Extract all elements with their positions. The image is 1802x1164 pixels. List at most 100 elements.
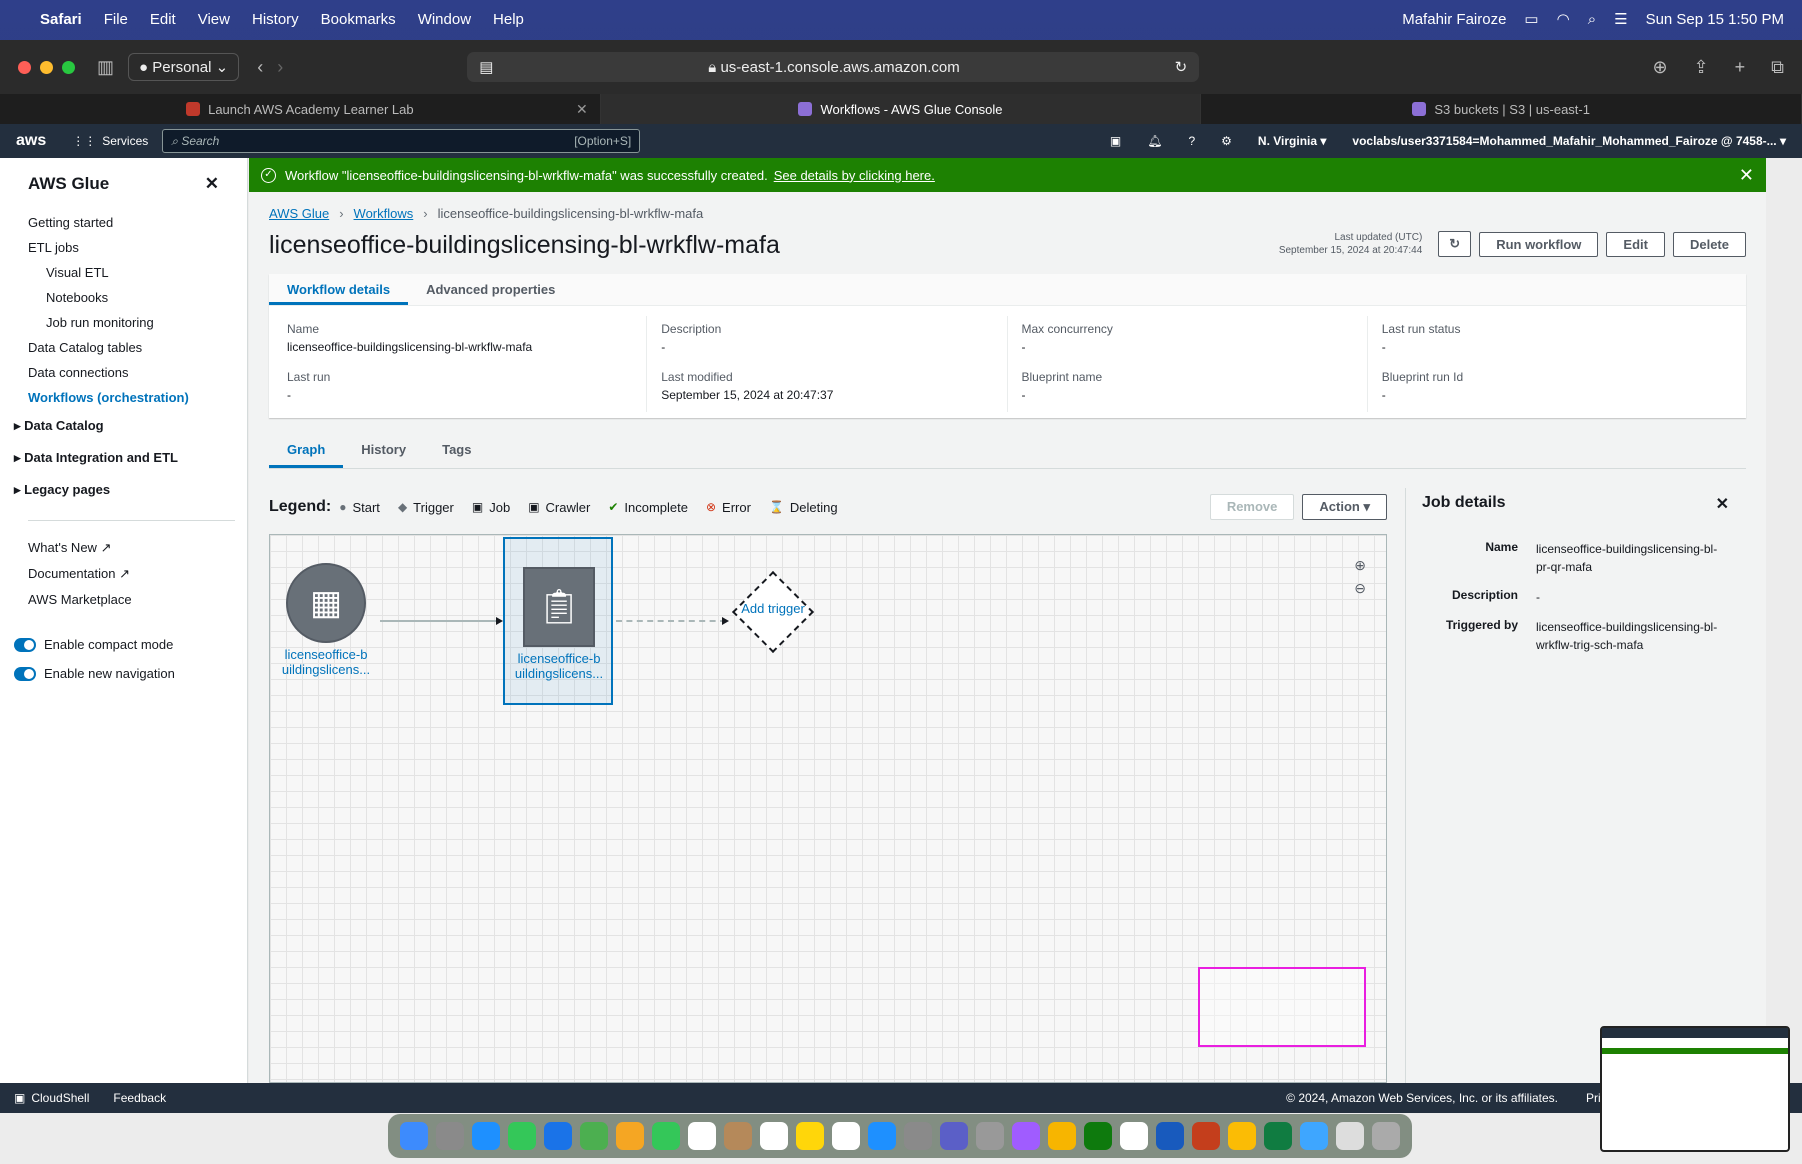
reader-icon[interactable]: ▤ <box>479 58 493 76</box>
whatsapp-icon[interactable] <box>1048 1122 1076 1150</box>
profile-button[interactable]: ● Personal ⌄ <box>128 53 240 81</box>
screenshot-thumbnail[interactable] <box>1600 1026 1790 1152</box>
mail-icon[interactable] <box>544 1122 572 1150</box>
tab-graph[interactable]: Graph <box>269 434 344 468</box>
toggle-switch[interactable] <box>14 666 36 681</box>
nav-documentation[interactable]: Documentation ↗ <box>0 561 247 587</box>
toggle-switch[interactable] <box>14 637 36 652</box>
sidebar-icon[interactable]: ▥ <box>97 57 114 78</box>
chatgpt-icon[interactable] <box>1120 1122 1148 1150</box>
menu-file[interactable]: File <box>104 11 128 28</box>
share-icon[interactable]: ⇪ <box>1694 57 1709 78</box>
feedback-link[interactable]: Feedback <box>113 1091 166 1105</box>
menu-edit[interactable]: Edit <box>150 11 176 28</box>
menu-window[interactable]: Window <box>418 11 471 28</box>
dismiss-flash-icon[interactable]: ✕ <box>1739 165 1754 186</box>
app-icon[interactable] <box>1300 1122 1328 1150</box>
account-menu[interactable]: voclabs/user3371584=Mohammed_Mafahir_Moh… <box>1352 134 1786 148</box>
new-navigation-toggle[interactable]: Enable new navigation <box>0 659 247 688</box>
finder-icon[interactable] <box>400 1122 428 1150</box>
action-dropdown[interactable]: Action ▾ <box>1302 494 1387 520</box>
nav-section-data-integration[interactable]: ▸ Data Integration and ETL <box>0 442 247 474</box>
nav-section-legacy[interactable]: ▸ Legacy pages <box>0 474 247 506</box>
tab-overview-icon[interactable]: ⧉ <box>1771 57 1784 78</box>
zoom-window-button[interactable] <box>62 60 75 74</box>
downloads-stack-icon[interactable] <box>1336 1122 1364 1150</box>
start-node-label[interactable]: licenseoffice-b uildingslicens... <box>274 647 378 677</box>
notes-icon[interactable] <box>796 1122 824 1150</box>
safari-icon[interactable] <box>472 1122 500 1150</box>
control-center-icon[interactable]: ☰ <box>1614 10 1627 28</box>
menu-help[interactable]: Help <box>493 11 524 28</box>
tab-s3-buckets[interactable]: S3 buckets | S3 | us-east-1 <box>1201 94 1802 124</box>
pages-icon[interactable] <box>976 1122 1004 1150</box>
powerpoint-icon[interactable] <box>1192 1122 1220 1150</box>
calendar-app-icon[interactable] <box>688 1122 716 1150</box>
close-panel-icon[interactable]: ✕ <box>1716 494 1729 514</box>
spotlight-icon[interactable]: ⌕ <box>1588 11 1596 28</box>
aws-search-input[interactable]: ⌕ Search [Option+S] <box>162 129 641 153</box>
remove-button[interactable]: Remove <box>1209 494 1295 520</box>
workflow-graph-canvas[interactable]: ▦ licenseoffice-b uildingslicens... 📋︎ l… <box>269 534 1387 1083</box>
new-tab-icon[interactable]: + <box>1735 57 1746 78</box>
podcasts-icon[interactable] <box>1012 1122 1040 1150</box>
job-node-selected[interactable]: 📋︎ licenseoffice-b uildingslicens... <box>503 537 613 705</box>
cloudshell-icon[interactable]: ▣ <box>1110 134 1121 148</box>
tab-learner-lab[interactable]: Launch AWS Academy Learner Lab ✕ <box>0 94 601 124</box>
teams-icon[interactable] <box>940 1122 968 1150</box>
refresh-button[interactable]: ↻ <box>1438 231 1472 257</box>
breadcrumb-workflows[interactable]: Workflows <box>354 206 414 221</box>
chrome-icon[interactable] <box>1228 1122 1256 1150</box>
breadcrumb-aws-glue[interactable]: AWS Glue <box>269 206 329 221</box>
tab-glue-workflows[interactable]: Workflows - AWS Glue Console <box>600 94 1202 124</box>
nav-section-data-catalog[interactable]: ▸ Data Catalog <box>0 410 247 442</box>
add-trigger-label[interactable]: Add trigger <box>737 601 809 616</box>
downloads-icon[interactable]: ⊕ <box>1652 57 1667 78</box>
cloudshell-link[interactable]: ▣ CloudShell <box>14 1091 89 1105</box>
battery-icon[interactable]: ▭ <box>1524 10 1538 28</box>
tab-history[interactable]: History <box>343 434 424 468</box>
system-settings-icon[interactable] <box>904 1122 932 1150</box>
contacts-icon[interactable] <box>724 1122 752 1150</box>
forward-icon[interactable]: › <box>277 57 283 78</box>
word-icon[interactable] <box>1156 1122 1184 1150</box>
job-node[interactable]: 📋︎ <box>523 567 595 647</box>
services-menu[interactable]: ⋮⋮ Services <box>72 134 148 148</box>
job-node-label[interactable]: licenseoffice-b uildingslicens... <box>507 651 611 681</box>
nav-workflows[interactable]: Workflows (orchestration) <box>0 385 247 410</box>
wifi-icon[interactable]: ◠ <box>1557 10 1570 28</box>
menu-view[interactable]: View <box>198 11 230 28</box>
nav-marketplace[interactable]: AWS Marketplace <box>0 587 247 612</box>
app-store-icon[interactable] <box>868 1122 896 1150</box>
nav-whats-new[interactable]: What's New ↗ <box>0 535 247 561</box>
photos-icon[interactable] <box>616 1122 644 1150</box>
tab-tags[interactable]: Tags <box>424 434 489 468</box>
nav-etl-jobs[interactable]: ETL jobs <box>0 235 247 260</box>
user-name[interactable]: Mafahir Fairoze <box>1402 11 1506 28</box>
graph-minimap[interactable] <box>1198 967 1366 1047</box>
compact-mode-toggle[interactable]: Enable compact mode <box>0 630 247 659</box>
delete-button[interactable]: Delete <box>1672 231 1746 257</box>
freeform-icon[interactable] <box>832 1122 860 1150</box>
zoom-out-icon[interactable]: ⊖ <box>1354 580 1366 597</box>
nav-data-catalog-tables[interactable]: Data Catalog tables <box>0 335 247 360</box>
excel-alt-icon[interactable] <box>1084 1122 1112 1150</box>
region-selector[interactable]: N. Virginia ▾ <box>1258 134 1327 148</box>
launchpad-icon[interactable] <box>436 1122 464 1150</box>
aws-logo[interactable]: aws <box>16 132 46 150</box>
nav-getting-started[interactable]: Getting started <box>0 210 247 235</box>
nav-data-connections[interactable]: Data connections <box>0 360 247 385</box>
menu-safari[interactable]: Safari <box>40 11 82 28</box>
clock[interactable]: Sun Sep 15 1:50 PM <box>1646 11 1784 28</box>
close-nav-icon[interactable]: ✕ <box>205 174 219 194</box>
menu-history[interactable]: History <box>252 11 299 28</box>
menu-bookmarks[interactable]: Bookmarks <box>321 11 396 28</box>
nav-notebooks[interactable]: Notebooks <box>0 285 247 310</box>
settings-icon[interactable]: ⚙ <box>1221 134 1232 148</box>
nav-visual-etl[interactable]: Visual ETL <box>0 260 247 285</box>
flash-details-link[interactable]: See details by clicking here. <box>774 168 935 183</box>
privacy-link[interactable]: Pri <box>1586 1091 1601 1105</box>
excel-icon[interactable] <box>1264 1122 1292 1150</box>
edit-button[interactable]: Edit <box>1606 231 1665 257</box>
minimize-window-button[interactable] <box>40 60 53 74</box>
